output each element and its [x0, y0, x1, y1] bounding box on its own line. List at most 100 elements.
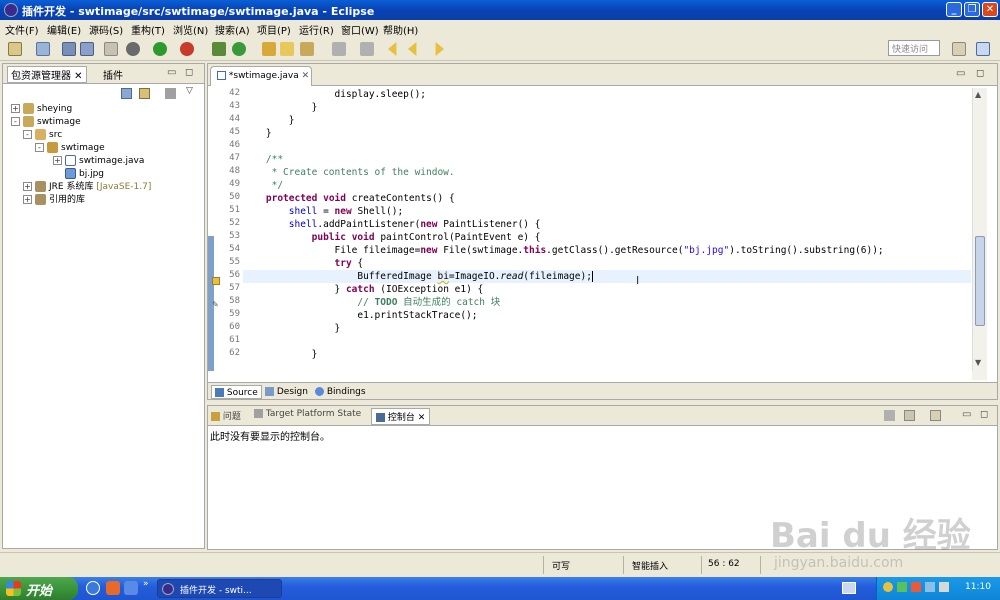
back-icon[interactable] [388, 42, 397, 56]
chevron-down-icon[interactable]: ▽ [186, 86, 193, 96]
collapse-icon[interactable]: - [35, 143, 44, 152]
code-line[interactable]: protected void createContents() { [243, 192, 455, 205]
display-console-icon[interactable] [904, 410, 915, 421]
quicklaunch-app-icon[interactable] [106, 581, 120, 595]
taskbar-item-eclipse[interactable]: 插件开发 - swti... [157, 579, 282, 598]
tray-icon[interactable] [911, 582, 921, 592]
tree-item-java-file[interactable]: + swtimage.java [53, 155, 144, 168]
tab-package-explorer[interactable]: 包资源管理器 ✕ [7, 66, 87, 83]
editor-tab-swtimage[interactable]: *swtimage.java ✕ [210, 66, 312, 86]
tab-design[interactable]: Design [262, 385, 311, 399]
close-tab-icon[interactable]: ✕ [302, 71, 310, 81]
tab-plugins[interactable]: 插件 [103, 67, 123, 82]
view-menu-icon[interactable] [165, 88, 176, 99]
close-button[interactable]: ✕ [982, 2, 998, 17]
new-class-icon[interactable] [232, 42, 246, 56]
ie-icon[interactable] [86, 581, 100, 595]
tree-item-swtimage-project[interactable]: - swtimage [11, 116, 81, 129]
expand-icon[interactable]: + [53, 156, 62, 165]
save-all-icon[interactable] [80, 42, 94, 56]
debug-icon[interactable] [126, 42, 140, 56]
code-line-current[interactable]: BufferedImage bi=ImageIO.read(fileimage)… [243, 270, 971, 283]
open-console-icon[interactable] [930, 410, 941, 421]
quicklaunch-browser-icon[interactable] [124, 581, 138, 595]
minimize-editor-icon[interactable]: ▭ [956, 68, 965, 79]
code-line[interactable]: try { [243, 257, 364, 270]
menu-source[interactable]: 源码(S) [89, 22, 123, 37]
code-line[interactable]: // TODO 自动生成的 catch 块 [243, 296, 500, 309]
quicklaunch-more-icon[interactable]: » [143, 579, 149, 589]
code-line[interactable]: } catch (IOException e1) { [243, 283, 484, 296]
tray-icon[interactable] [925, 582, 935, 592]
link-editor-icon[interactable] [139, 88, 150, 99]
quick-access-input[interactable]: 快速访问 [888, 40, 940, 56]
back-history-icon[interactable] [408, 42, 417, 56]
tree-item-package[interactable]: - swtimage [35, 142, 105, 155]
code-line[interactable]: } [243, 127, 272, 140]
tab-console[interactable]: 控制台 ✕ [371, 408, 431, 425]
menu-file[interactable]: 文件(F) [5, 22, 39, 37]
maximize-button[interactable]: ❐ [964, 2, 980, 17]
code-line[interactable]: } [243, 114, 295, 127]
minimize-view-icon[interactable]: ▭ [167, 67, 176, 78]
expand-icon[interactable]: + [23, 182, 32, 191]
pin-console-icon[interactable] [884, 410, 895, 421]
scrollbar-thumb[interactable] [975, 236, 985, 326]
code-line[interactable]: shell.addPaintListener(new PaintListener… [243, 218, 541, 231]
menu-project[interactable]: 项目(P) [257, 22, 291, 37]
plugin-perspective-icon[interactable] [976, 42, 990, 56]
save-icon[interactable] [62, 42, 76, 56]
code-line[interactable]: } [243, 101, 318, 114]
collapse-icon[interactable]: - [23, 130, 32, 139]
external-tools-icon[interactable] [180, 42, 194, 56]
menu-window[interactable]: 窗口(W) [341, 22, 379, 37]
run-icon[interactable] [153, 42, 167, 56]
new-wizard-icon[interactable] [36, 42, 50, 56]
code-line[interactable]: */ [243, 179, 283, 192]
maximize-console-icon[interactable]: ◻ [980, 409, 988, 420]
minimize-console-icon[interactable]: ▭ [962, 409, 971, 420]
minimize-button[interactable]: _ [946, 2, 962, 17]
maximize-editor-icon[interactable]: ◻ [976, 68, 984, 79]
open-folder-icon[interactable] [280, 42, 294, 56]
next-annotation-icon[interactable] [332, 42, 346, 56]
volume-icon[interactable] [939, 582, 949, 592]
tray-icon[interactable] [883, 582, 893, 592]
language-bar-icon[interactable] [842, 582, 856, 594]
collapse-all-icon[interactable] [121, 88, 132, 99]
code-line[interactable]: e1.printStackTrace(); [243, 309, 477, 322]
scroll-up-icon[interactable]: ▲ [975, 90, 981, 99]
open-type-icon[interactable] [262, 42, 276, 56]
code-line[interactable]: /** [243, 153, 283, 166]
editor-vertical-scrollbar[interactable]: ▲ ▼ [972, 88, 987, 371]
tab-problems[interactable]: 问题 [211, 409, 241, 422]
expand-icon[interactable]: + [11, 104, 20, 113]
tab-target-platform[interactable]: Target Platform State [254, 409, 361, 419]
menu-edit[interactable]: 编辑(E) [47, 22, 81, 37]
open-perspective-icon[interactable] [952, 42, 966, 56]
tray-icon[interactable] [897, 582, 907, 592]
code-line[interactable]: } [243, 322, 341, 335]
prev-annotation-icon[interactable] [360, 42, 374, 56]
code-line[interactable]: } [243, 348, 318, 361]
new-java-project-icon[interactable] [212, 42, 226, 56]
expand-icon[interactable]: + [23, 195, 32, 204]
menu-refactor[interactable]: 重构(T) [131, 22, 165, 37]
code-line[interactable]: * Create contents of the window. [243, 166, 455, 179]
menu-help[interactable]: 帮助(H) [383, 22, 418, 37]
tab-source[interactable]: Source [211, 385, 262, 399]
scroll-down-icon[interactable]: ▼ [975, 358, 981, 367]
code-line[interactable]: public void paintControl(PaintEvent e) { [243, 231, 541, 244]
start-button[interactable]: 开始 [0, 577, 78, 600]
menu-search[interactable]: 搜索(A) [215, 22, 250, 37]
skip-breakpoints-icon[interactable] [104, 42, 118, 56]
tree-item-image-file[interactable]: bj.jpg [65, 168, 104, 181]
tree-item-referenced-libs[interactable]: + 引用的库 [23, 194, 85, 207]
collapse-icon[interactable]: - [11, 117, 20, 126]
menu-run[interactable]: 运行(R) [299, 22, 334, 37]
new-icon[interactable] [8, 42, 22, 56]
tab-bindings[interactable]: Bindings [312, 385, 369, 399]
forward-icon[interactable] [435, 42, 444, 56]
tree-item-sheying[interactable]: + sheying [11, 103, 72, 116]
tree-item-src[interactable]: - src [23, 129, 62, 142]
